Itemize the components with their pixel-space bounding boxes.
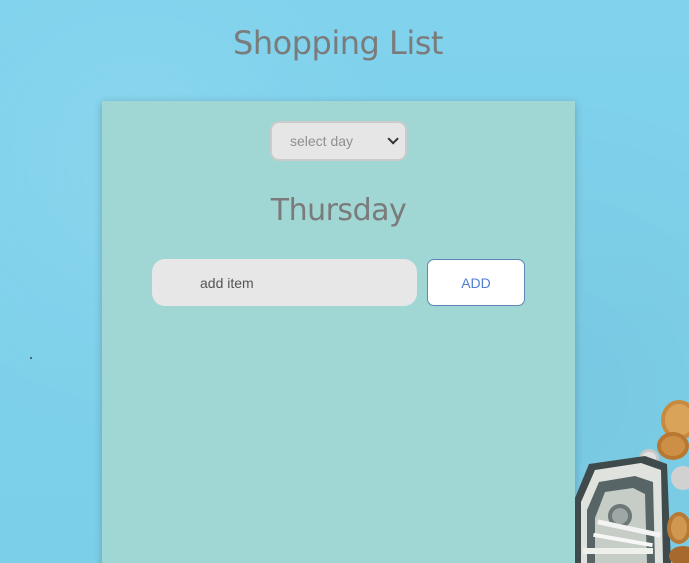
day-select-value: select day (290, 133, 354, 149)
background-speck (30, 357, 32, 359)
chevron-down-icon (387, 133, 399, 145)
day-select[interactable]: select day (270, 121, 407, 161)
shopping-list-card: select day Thursday ADD (102, 101, 575, 563)
day-heading: Thursday (270, 193, 407, 228)
page-title: Shopping List (233, 24, 443, 62)
coins-and-banknotes-image (575, 398, 689, 563)
add-item-input[interactable] (152, 259, 417, 306)
add-button[interactable]: ADD (427, 259, 525, 306)
